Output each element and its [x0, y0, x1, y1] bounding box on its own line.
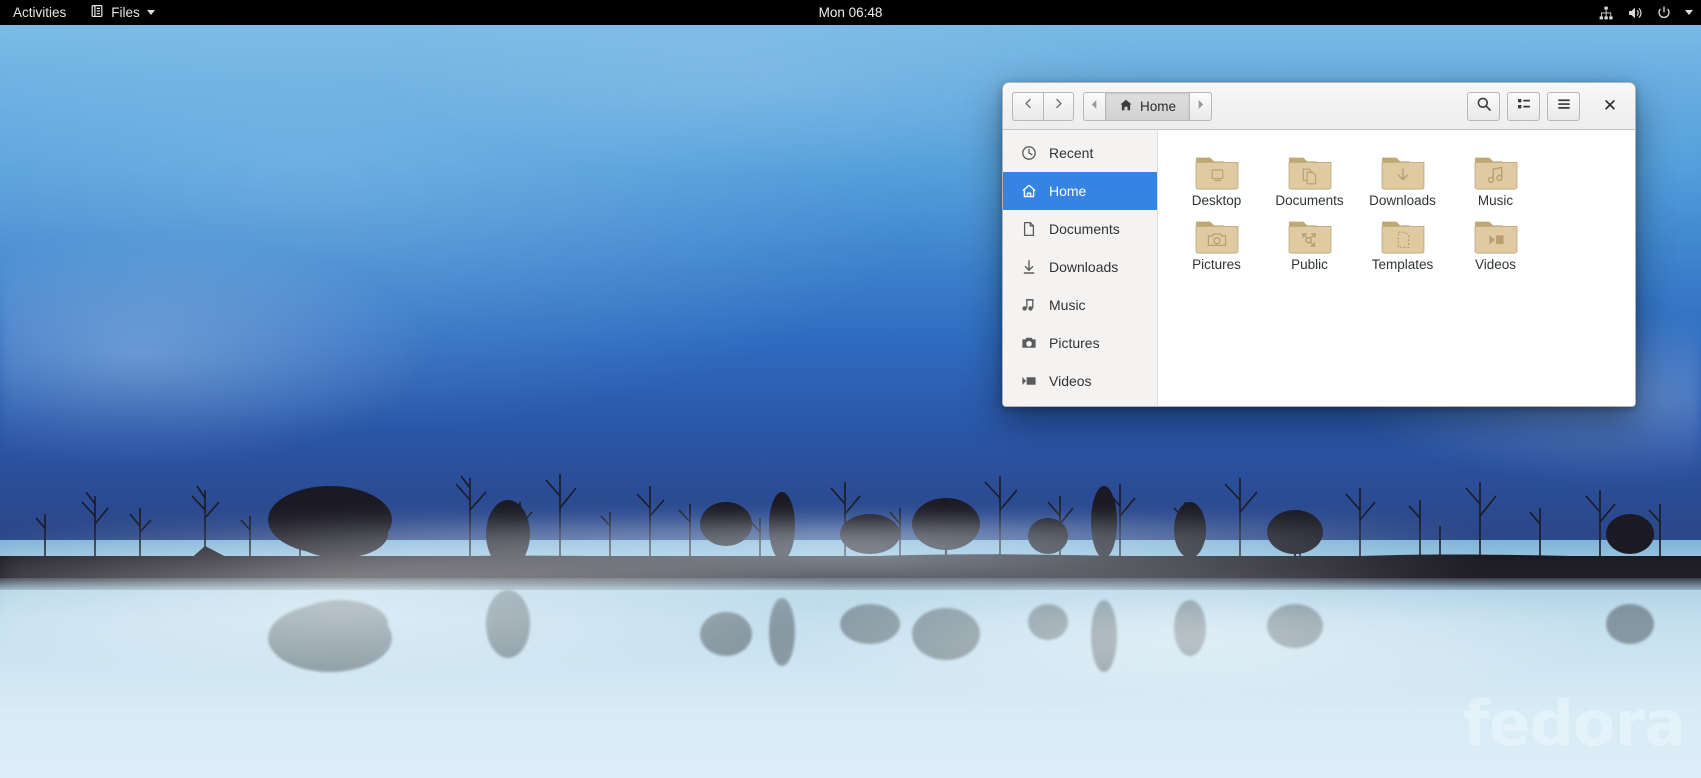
view-toggle-button[interactable]: [1507, 92, 1540, 121]
file-item-desktop[interactable]: Desktop: [1170, 144, 1263, 208]
file-label: Documents: [1275, 193, 1343, 208]
download-icon: [1020, 259, 1038, 275]
breadcrumb: Home: [1083, 92, 1212, 121]
window-header-bar: Home: [1003, 83, 1635, 130]
chevron-left-icon: [1022, 97, 1035, 115]
sidebar-item-home[interactable]: Home: [1003, 172, 1157, 210]
chevron-down-icon: [147, 10, 155, 15]
volume-icon: [1627, 5, 1643, 21]
file-item-videos[interactable]: Videos: [1449, 208, 1542, 272]
music-icon: [1020, 297, 1038, 313]
file-item-public[interactable]: Public: [1263, 208, 1356, 272]
forward-button[interactable]: [1043, 92, 1074, 121]
sidebar-item-label: Music: [1049, 297, 1086, 313]
navigation-button-group: [1012, 92, 1074, 121]
power-icon: [1656, 5, 1672, 21]
hamburger-menu-icon: [1556, 96, 1572, 117]
folder-pictures-icon: [1194, 214, 1240, 254]
triangle-right-icon: [1196, 97, 1205, 115]
wallpaper-fog: [0, 520, 1701, 778]
sidebar-item-label: Pictures: [1049, 335, 1100, 351]
sidebar-item-documents[interactable]: Documents: [1003, 210, 1157, 248]
sidebar-item-label: Recent: [1049, 145, 1093, 161]
menu-button[interactable]: [1547, 92, 1580, 121]
clock-button[interactable]: Mon 06:48: [819, 5, 883, 20]
sidebar-item-pictures[interactable]: Pictures: [1003, 324, 1157, 362]
file-item-music[interactable]: Music: [1449, 144, 1542, 208]
sidebar-item-downloads[interactable]: Downloads: [1003, 248, 1157, 286]
folder-templates-icon: [1380, 214, 1426, 254]
path-scroll-left-button[interactable]: [1083, 92, 1105, 121]
file-label: Videos: [1475, 257, 1516, 272]
list-view-icon: [1516, 96, 1532, 117]
folder-downloads-icon: [1380, 150, 1426, 190]
app-menu-label: Files: [111, 5, 140, 20]
file-label: Downloads: [1369, 193, 1436, 208]
file-item-documents[interactable]: Documents: [1263, 144, 1356, 208]
window-body: Recent Home Documents: [1003, 130, 1635, 407]
file-label: Templates: [1372, 257, 1434, 272]
file-item-templates[interactable]: Templates: [1356, 208, 1449, 272]
app-menu-button[interactable]: Files: [78, 0, 167, 25]
file-item-downloads[interactable]: Downloads: [1356, 144, 1449, 208]
header-actions: ✕: [1467, 90, 1626, 122]
breadcrumb-label: Home: [1140, 99, 1176, 114]
sidebar-item-recent[interactable]: Recent: [1003, 134, 1157, 172]
clock-icon: [1020, 145, 1038, 161]
file-label: Music: [1478, 193, 1513, 208]
close-icon: ✕: [1603, 96, 1617, 116]
clock-label: Mon 06:48: [819, 5, 883, 20]
chevron-down-icon: [1685, 10, 1693, 15]
sidebar-item-label: Documents: [1049, 221, 1120, 237]
search-button[interactable]: [1467, 92, 1500, 121]
sidebar-item-label: Downloads: [1049, 259, 1118, 275]
file-item-pictures[interactable]: Pictures: [1170, 208, 1263, 272]
camera-icon: [1020, 335, 1038, 351]
folder-public-icon: [1287, 214, 1333, 254]
file-grid: Desktop Documents: [1158, 130, 1635, 407]
folder-videos-icon: [1473, 214, 1519, 254]
activities-button[interactable]: Activities: [0, 0, 78, 25]
places-sidebar: Recent Home Documents: [1003, 130, 1158, 407]
path-scroll-right-button[interactable]: [1189, 92, 1212, 121]
system-status-area[interactable]: [1598, 5, 1693, 21]
document-icon: [1020, 221, 1038, 237]
activities-label: Activities: [13, 5, 66, 20]
close-button[interactable]: ✕: [1594, 90, 1626, 122]
back-button[interactable]: [1012, 92, 1043, 121]
gnome-top-bar: Activities Files Mon 06:48: [0, 0, 1701, 25]
breadcrumb-item-home[interactable]: Home: [1105, 92, 1189, 121]
top-bar-left-group: Activities Files: [0, 0, 167, 25]
network-wired-icon: [1598, 5, 1614, 21]
sidebar-item-label: Videos: [1049, 373, 1092, 389]
home-icon: [1020, 183, 1038, 199]
files-icon: [90, 4, 104, 21]
home-icon: [1119, 98, 1133, 115]
video-icon: [1020, 373, 1038, 389]
chevron-right-icon: [1052, 97, 1065, 115]
file-label: Desktop: [1192, 193, 1242, 208]
search-icon: [1476, 96, 1492, 117]
files-window: Home: [1002, 82, 1636, 407]
sidebar-item-label: Home: [1049, 183, 1086, 199]
sidebar-item-videos[interactable]: Videos: [1003, 362, 1157, 400]
folder-music-icon: [1473, 150, 1519, 190]
file-label: Pictures: [1192, 257, 1241, 272]
triangle-left-icon: [1090, 97, 1099, 115]
fedora-watermark: fedora: [1463, 687, 1685, 760]
folder-documents-icon: [1287, 150, 1333, 190]
sidebar-item-music[interactable]: Music: [1003, 286, 1157, 324]
file-label: Public: [1291, 257, 1328, 272]
folder-desktop-icon: [1194, 150, 1240, 190]
